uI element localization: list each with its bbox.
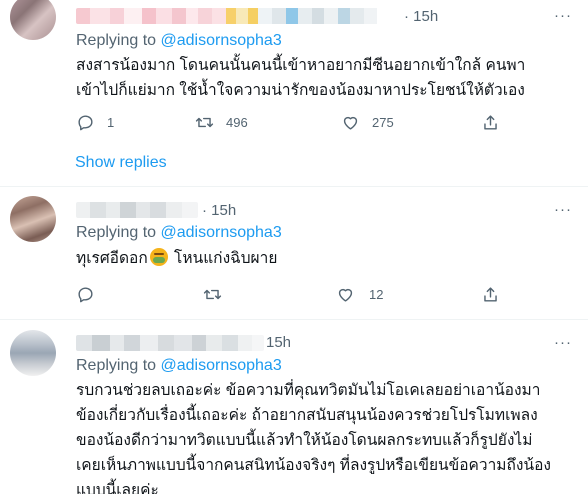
tweet-text: รบกวนช่วยลบเถอะค่ะ ข้อความที่คุณทวิตมันไ…: [76, 382, 551, 494]
like-count: 275: [372, 114, 394, 130]
share-button[interactable]: [481, 110, 500, 134]
display-name-blurred[interactable]: [76, 202, 198, 218]
tweet-reply-1[interactable]: · 15h ··· Replying to @adisornsopha3 สงส…: [0, 0, 588, 184]
replying-to: Replying to @adisornsopha3: [76, 357, 282, 374]
divider: [0, 319, 588, 320]
tweet-time[interactable]: · 15h: [404, 8, 438, 25]
avatar[interactable]: [10, 0, 56, 40]
replying-to: Replying to @adisornsopha3: [76, 32, 282, 49]
like-button[interactable]: 12: [336, 282, 383, 306]
display-name-blurred[interactable]: [76, 335, 264, 351]
show-replies-link[interactable]: Show replies: [75, 154, 167, 172]
replying-to: Replying to @adisornsopha3: [76, 224, 282, 241]
mentioned-handle-link[interactable]: @adisornsopha3: [161, 32, 282, 49]
more-icon[interactable]: ···: [554, 334, 572, 351]
reply-button[interactable]: 1: [76, 110, 114, 134]
retweet-button[interactable]: 496: [195, 110, 248, 134]
mentioned-handle-link[interactable]: @adisornsopha3: [161, 357, 282, 374]
mentioned-handle-link[interactable]: @adisornsopha3: [161, 224, 282, 241]
like-icon: [343, 116, 358, 130]
avatar[interactable]: [10, 330, 56, 376]
share-icon: [484, 114, 497, 130]
tweet-text: ทุเรศอีดอก โหนแก่งฉิบผาย: [76, 248, 278, 267]
divider: [0, 186, 588, 187]
share-icon: [484, 286, 497, 302]
tweet-reply-3[interactable]: 15h ··· Replying to @adisornsopha3 รบกวน…: [0, 322, 588, 494]
more-icon[interactable]: ···: [554, 201, 572, 218]
retweet-count: 496: [226, 114, 248, 130]
reply-icon: [78, 114, 93, 130]
avatar[interactable]: [10, 196, 56, 242]
tweet-text: สงสารน้องมาก โดนคนนั้นคนนี้เข้าหาอยากมีซ…: [76, 57, 526, 99]
reply-count: 1: [107, 114, 115, 130]
share-button[interactable]: [481, 282, 500, 306]
like-count: 12: [369, 286, 384, 302]
reply-button[interactable]: [76, 282, 107, 306]
retweet-button[interactable]: [203, 282, 234, 306]
display-name-blurred[interactable]: [76, 8, 398, 24]
like-button[interactable]: 275: [341, 110, 394, 134]
tweet-actions: 12: [76, 282, 506, 306]
tweet-time[interactable]: 15h: [266, 334, 291, 351]
tweet-reply-2[interactable]: · 15h ··· Replying to @adisornsopha3 ทุเ…: [0, 190, 588, 312]
retweet-icon: [203, 289, 222, 299]
nauseated-face-emoji: [149, 248, 168, 266]
tweet-time[interactable]: · 15h: [202, 202, 236, 219]
retweet-icon: [195, 117, 214, 127]
reply-icon: [78, 286, 93, 302]
more-icon[interactable]: ···: [554, 7, 572, 24]
tweet-actions: 1 496 275: [76, 110, 506, 134]
like-icon: [338, 288, 353, 302]
